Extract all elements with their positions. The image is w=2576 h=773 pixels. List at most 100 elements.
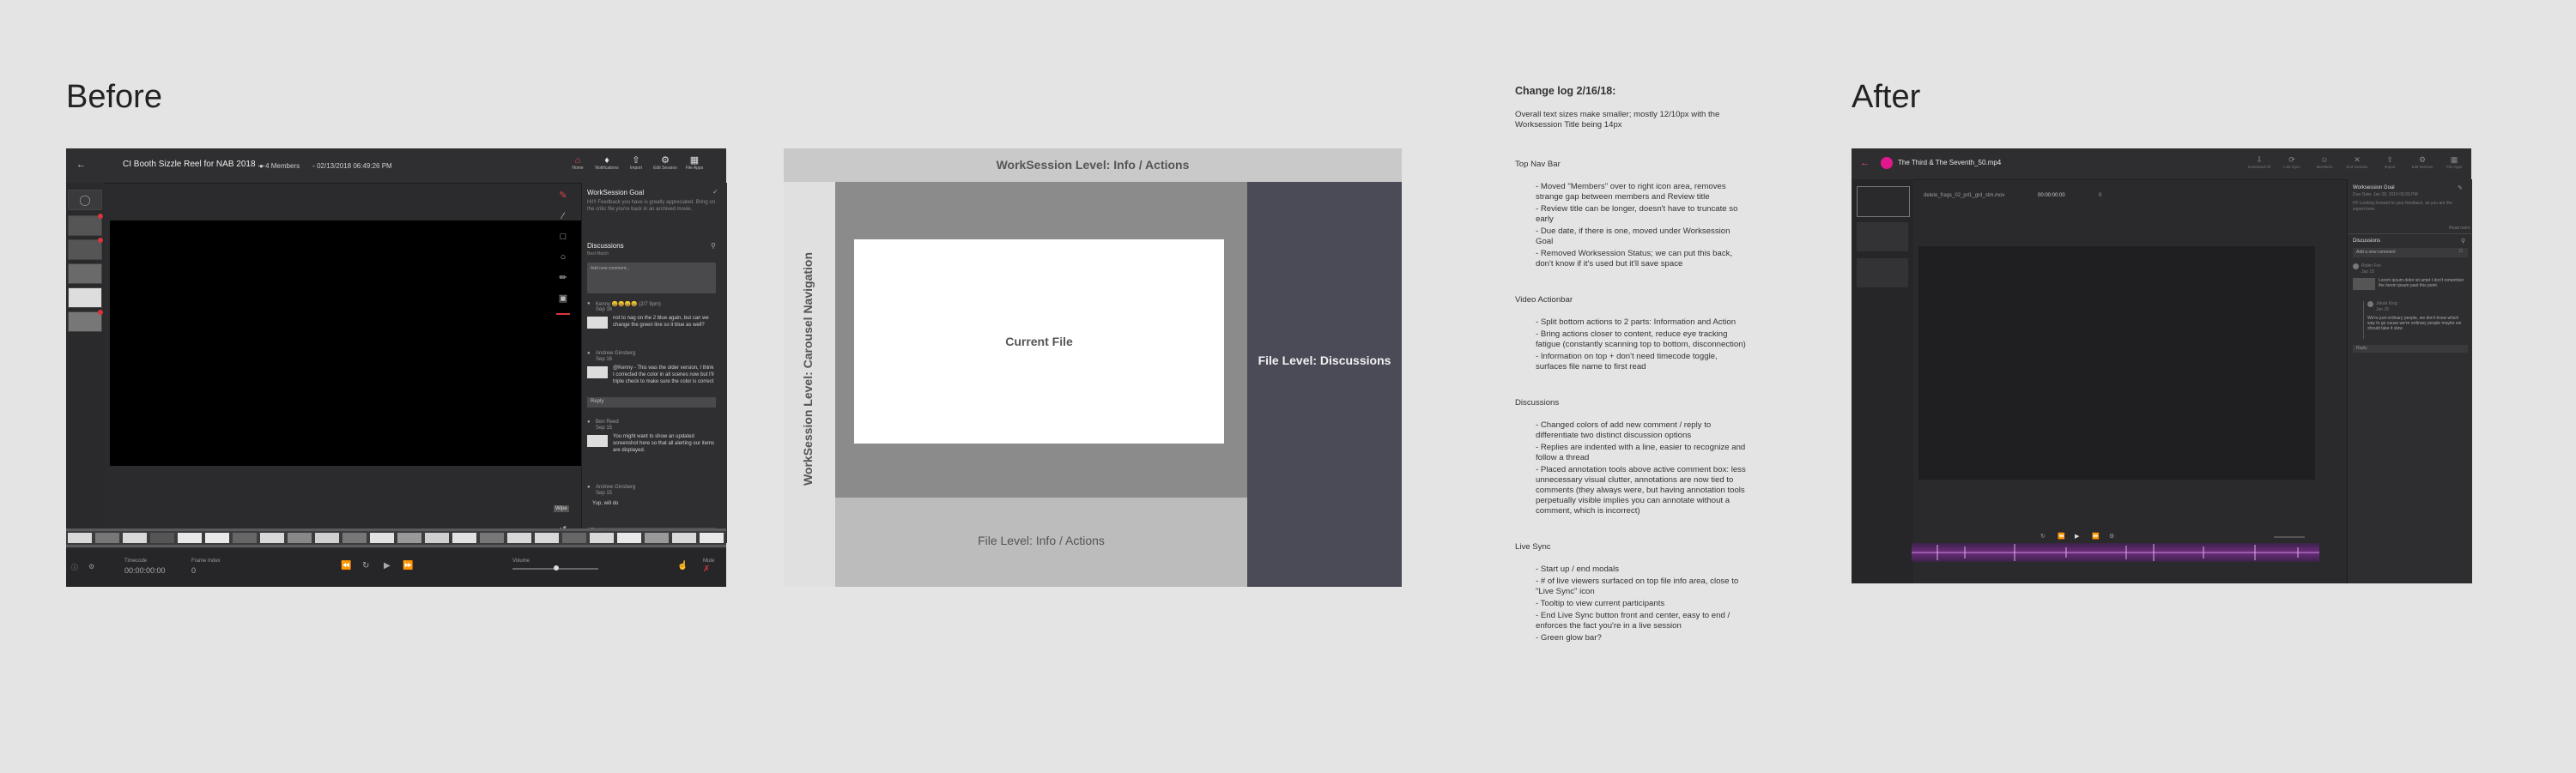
after-screenshot: ← The Third & The Seventh_50.mp4 ⇩ Downlo… xyxy=(1852,148,2472,583)
comment-thumbnail[interactable] xyxy=(587,366,608,378)
change-log: Change log 2/16/18: Overall text sizes m… xyxy=(1515,86,1747,645)
add-file-icon[interactable]: ◯ xyxy=(68,190,102,210)
playback-controls: ↻ ⏪ ▶ ⏩ ⚙ xyxy=(2040,533,2143,541)
brush-icon[interactable]: ✏ xyxy=(557,272,569,284)
nav-import[interactable]: ⇧ Import xyxy=(2374,154,2405,169)
wire-bottom: File Level: Info / Actions xyxy=(835,498,1247,587)
audio-waveform[interactable] xyxy=(1912,543,2319,562)
edit-icon[interactable]: ✎ xyxy=(2458,184,2463,191)
upload-icon: ⇧ xyxy=(632,155,640,166)
search-icon[interactable]: ⚲ xyxy=(711,242,716,250)
line-icon[interactable]: ∕ xyxy=(557,210,569,222)
back-arrow-icon[interactable]: ← xyxy=(1860,158,1870,168)
wire-current-file-label: Current File xyxy=(1005,335,1073,348)
wipe-button[interactable]: Wipe xyxy=(554,505,569,512)
play-icon[interactable]: ▶ xyxy=(2075,533,2079,540)
nav-edit-session[interactable]: ⚙ Edit Session xyxy=(650,155,681,171)
carousel-thumb[interactable] xyxy=(1857,222,1908,251)
wire-bottom-label: File Level: Info / Actions xyxy=(978,534,1105,547)
carousel-thumb[interactable] xyxy=(68,238,103,260)
check-icon[interactable]: ✓ xyxy=(712,188,718,196)
color-swatch[interactable] xyxy=(556,313,570,315)
rewind-icon[interactable]: ⏪ xyxy=(2058,533,2065,540)
send-icon[interactable]: □ xyxy=(2459,249,2463,254)
crop-icon[interactable]: ▣ xyxy=(557,293,569,305)
reply-box[interactable]: Reply xyxy=(587,397,716,408)
carousel-thumb[interactable] xyxy=(68,310,103,332)
sort-label[interactable]: Best Match xyxy=(587,251,609,257)
nav-live-sync[interactable]: ⟳ Live Sync xyxy=(2276,154,2307,169)
comment-item: Robin Fox Jan 15 Lorem ipsum dolor sit a… xyxy=(2353,263,2468,301)
file-timecode[interactable]: 00:00:00:00 xyxy=(2038,193,2065,198)
pen-icon[interactable]: ✎ xyxy=(557,190,569,202)
live-sync-dot[interactable] xyxy=(1881,157,1893,169)
download-icon: ⇩ xyxy=(2256,155,2263,164)
add-comment-box[interactable]: Add new comment... xyxy=(587,263,716,293)
filmstrip-frames xyxy=(66,531,726,545)
grid-icon: ▦ xyxy=(689,155,700,166)
before-carousel: ◯ xyxy=(66,183,104,542)
settings-icon[interactable]: ⚙ xyxy=(2109,533,2114,540)
nav-home[interactable]: ⌂ Home xyxy=(562,155,593,171)
nav-file-apps[interactable]: ▦ File Apps xyxy=(2439,154,2470,169)
nav-import[interactable]: ⇧ Import xyxy=(621,155,652,171)
loop-icon[interactable]: ↻ xyxy=(2040,533,2046,540)
comment-item: ● Andrew Ginsberg Sep 15 Yup, will do xyxy=(587,485,636,506)
before-top-nav: ← CI Booth Sizzle Reel for NAB 2018 ... … xyxy=(66,148,726,184)
circle-icon[interactable]: ○ xyxy=(557,251,569,263)
nav-end-session[interactable]: ✕ End Session xyxy=(2342,154,2373,169)
avatar: ● xyxy=(587,420,591,425)
goal-title: WorkSession Goal xyxy=(587,189,645,196)
play-icon[interactable]: ▶ xyxy=(384,561,391,571)
file-frame[interactable]: 0 xyxy=(2099,193,2101,198)
volume-slider[interactable] xyxy=(2274,536,2305,538)
nav-notifications[interactable]: ♦ Notifications xyxy=(591,155,622,171)
before-heading: Before xyxy=(66,79,162,115)
back-arrow-icon[interactable]: ← xyxy=(76,160,86,170)
rectangle-icon[interactable]: □ xyxy=(557,231,569,243)
search-icon[interactable]: ⚲ xyxy=(2461,238,2465,245)
comment-thumbnail[interactable] xyxy=(587,317,608,329)
goal-due-date: Due Date: Jan 28, 2019 06:00 PM xyxy=(2353,192,2418,197)
volume-slider[interactable] xyxy=(512,565,598,571)
volume-knob[interactable] xyxy=(554,565,559,571)
carousel-thumb[interactable] xyxy=(68,287,102,308)
rewind-icon[interactable]: ⏪ xyxy=(341,561,351,571)
grid-icon: ▦ xyxy=(2450,155,2458,164)
avatar: ● xyxy=(587,301,591,306)
read-more-link[interactable]: Read more xyxy=(2449,226,2470,231)
comment-thumbnail[interactable] xyxy=(2353,278,2375,290)
fast-forward-icon[interactable]: ⏩ xyxy=(2092,533,2100,540)
reply-input[interactable]: Reply xyxy=(2353,345,2468,353)
carousel-thumb[interactable] xyxy=(1857,258,1908,287)
changelog-section: Top Nav Bar - Moved "Members" over to ri… xyxy=(1515,160,1738,269)
frame-value[interactable]: 0 xyxy=(191,566,196,575)
gear-icon: ⚙ xyxy=(2418,155,2427,164)
after-video-canvas[interactable] xyxy=(1918,246,2315,480)
filmstrip-timeline[interactable] xyxy=(66,528,726,547)
nav-edit-session[interactable]: ⚙ Edit Session xyxy=(2407,154,2438,169)
timecode-value[interactable]: 00:00:00:00 xyxy=(124,566,166,575)
comment-thumbnail[interactable] xyxy=(587,435,608,447)
nav-members[interactable]: ☺ Members xyxy=(2309,154,2340,169)
carousel-thumb-active[interactable] xyxy=(1857,186,1910,217)
members-label[interactable]: ● 4 Members xyxy=(259,162,300,170)
comment-item: ● Ben Reed Sep 15 You might want to show… xyxy=(587,420,715,453)
nav-file-apps[interactable]: ▦ File Apps xyxy=(679,155,710,171)
add-comment-input[interactable]: Add a new comment □ xyxy=(2353,248,2468,257)
after-top-nav: ← The Third & The Seventh_50.mp4 ⇩ Downlo… xyxy=(1852,148,2471,180)
fast-forward-icon[interactable]: ⏩ xyxy=(403,561,413,571)
nav-download-all[interactable]: ⇩ Download All xyxy=(2244,154,2275,169)
carousel-thumb[interactable] xyxy=(68,214,103,236)
before-video-canvas[interactable] xyxy=(110,220,588,466)
thumbs-up-icon[interactable]: ☝ xyxy=(677,561,688,571)
carousel-thumb[interactable] xyxy=(68,263,102,284)
avatar xyxy=(2353,263,2359,269)
settings-icon[interactable]: ⚙ xyxy=(88,563,94,571)
mute-icon[interactable]: ✗ xyxy=(703,565,710,574)
timecode-label: Timecode xyxy=(124,559,148,564)
loop-icon[interactable]: ↻ xyxy=(362,561,369,571)
live-sync-icon: ⟳ xyxy=(2288,155,2295,164)
file-name: delete_frags_02_prl1_grd_stm.mov xyxy=(1924,193,2005,198)
info-icon[interactable]: ⓘ xyxy=(71,563,78,572)
